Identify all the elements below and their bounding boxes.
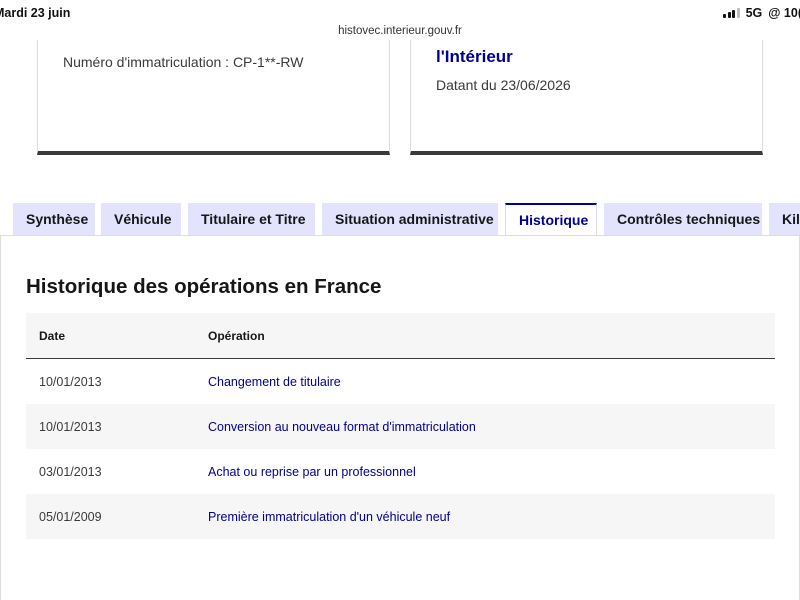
table-row: 10/01/2013 Conversion au nouveau format … (26, 404, 775, 449)
tab-synthese[interactable]: Synthèse (13, 203, 95, 235)
row-date: 05/01/2009 (39, 510, 102, 524)
report-issuer: l'Intérieur (436, 47, 513, 66)
row-date: 10/01/2013 (39, 420, 102, 434)
tab-vehicule[interactable]: Véhicule (101, 203, 181, 235)
tab-historique[interactable]: Historique (505, 203, 597, 235)
tab-situation-administrative[interactable]: Situation administrative (322, 203, 498, 235)
history-table: Date Opération 10/01/2013 Changement de … (26, 313, 775, 539)
table-row: 05/01/2009 Première immatriculation d'un… (26, 494, 775, 539)
row-date: 10/01/2013 (39, 375, 102, 389)
url-text[interactable]: histovec.interieur.gouv.fr (338, 25, 462, 37)
tab-bar: Synthèse Véhicule Titulaire et Titre Sit… (0, 203, 800, 236)
operation-link[interactable]: Achat ou reprise par un professionnel (208, 465, 416, 479)
tab-titulaire[interactable]: Titulaire et Titre (188, 203, 315, 235)
battery-label: @ 10( (768, 6, 800, 20)
vehicle-card: Numéro d'immatriculation : CP-1**-RW (37, 40, 390, 155)
operation-link[interactable]: Première immatriculation d'un véhicule n… (208, 510, 450, 524)
signal-icon (723, 8, 740, 18)
tab-kilometrage[interactable]: Kilo (769, 203, 800, 235)
tab-controles-techniques[interactable]: Contrôles techniques (604, 203, 762, 235)
table-header: Date Opération (26, 313, 775, 359)
report-card: l'Intérieur Datant du 23/06/2026 (410, 40, 763, 155)
status-time: Mardi 23 juin (0, 6, 71, 20)
history-title: Historique des opérations en France (26, 275, 382, 298)
table-row: 10/01/2013 Changement de titulaire (26, 359, 775, 404)
status-indicators: 5G @ 10( (723, 6, 800, 20)
operation-link[interactable]: Conversion au nouveau format d'immatricu… (208, 420, 476, 434)
address-bar[interactable]: histovec.interieur.gouv.fr (0, 22, 800, 42)
history-panel: Historique des opérations en France Date… (0, 236, 800, 600)
plate-number: Numéro d'immatriculation : CP-1**-RW (63, 54, 304, 70)
operation-link[interactable]: Changement de titulaire (208, 375, 341, 389)
table-row: 03/01/2013 Achat ou reprise par un profe… (26, 449, 775, 494)
network-label: 5G (745, 6, 763, 20)
report-date: Datant du 23/06/2026 (436, 77, 571, 93)
column-header-date: Date (39, 329, 66, 343)
row-date: 03/01/2013 (39, 465, 102, 479)
column-header-operation: Opération (208, 329, 265, 343)
